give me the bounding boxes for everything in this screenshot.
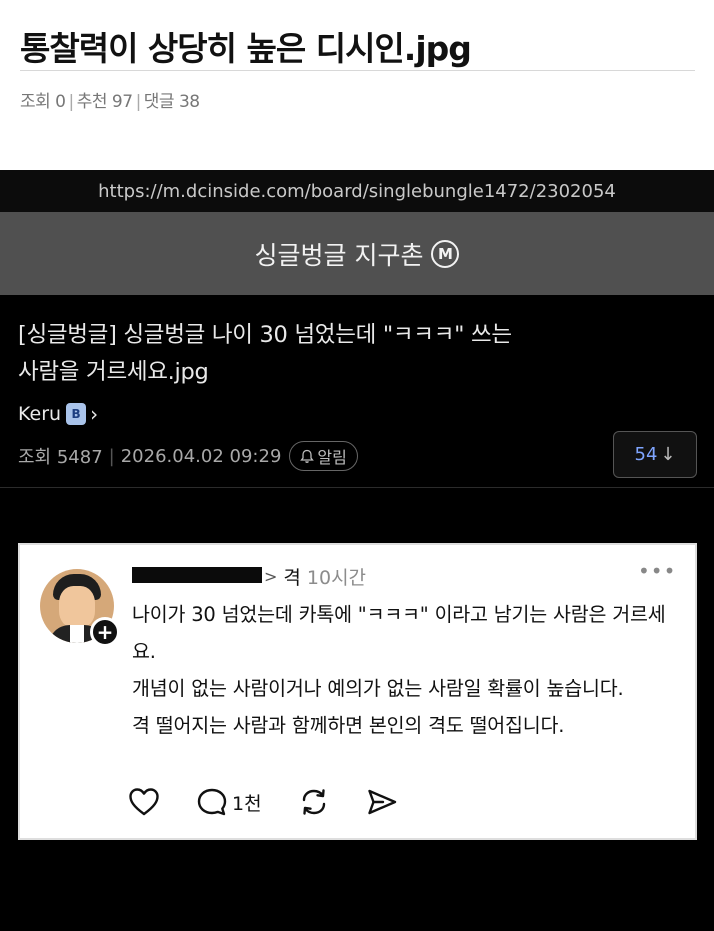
comment-handle[interactable]: 격 — [283, 563, 300, 590]
reply-count-button[interactable]: 54 ↓ — [613, 431, 697, 478]
reply-count: 1천 — [232, 792, 262, 815]
gallery-name[interactable]: 싱글벙글 지구촌 — [255, 236, 424, 272]
avatar-face — [59, 586, 95, 628]
repost-button[interactable] — [298, 787, 330, 817]
url-bar: https://m.dcinside.com/board/singlebungl… — [0, 170, 714, 212]
thread-views: 조회 5487 — [18, 447, 103, 468]
share-button[interactable] — [366, 787, 398, 817]
bell-icon — [300, 449, 315, 463]
author-badge-icon: B — [66, 403, 87, 425]
post-meta: 조회 0 | 추천 97 | 댓글 38 — [20, 87, 200, 112]
minor-gallery-badge-icon: M — [431, 239, 460, 268]
more-options-icon[interactable]: ••• — [638, 559, 676, 583]
meta-separator: | — [68, 92, 75, 112]
gallery-header: 싱글벙글 지구촌 M — [0, 212, 714, 295]
arrow-down-icon: ↓ — [660, 444, 676, 465]
follow-plus-icon[interactable]: + — [90, 617, 120, 647]
author-row[interactable]: Keru B › — [18, 402, 98, 426]
repost-icon — [302, 789, 325, 815]
chevron-right-icon[interactable]: › — [90, 402, 98, 426]
thread-datetime: 2026.04.02 09:29 — [120, 445, 282, 467]
comment-bubble-icon — [197, 788, 227, 816]
alarm-button[interactable]: 알림 — [289, 441, 358, 471]
comment-text: 나이가 30 넘었는데 카톡에 "ㅋㅋㅋ" 이라고 남기는 사람은 거르세요. … — [132, 596, 687, 744]
reply-count-value: 54 — [634, 444, 658, 465]
post-divider — [20, 70, 695, 71]
meta-separator: | — [108, 445, 115, 467]
comment-handle-line: > 격 10시간 — [264, 563, 366, 590]
post-views: 조회 0 — [20, 92, 66, 112]
author-name[interactable]: Keru — [18, 403, 61, 425]
reply-button[interactable]: 1천 — [196, 787, 262, 817]
chevron-right-icon: > — [264, 567, 278, 586]
comment-body: 나이가 30 넘었는데 카톡에 "ㅋㅋㅋ" 이라고 남기는 사람은 거르세요. … — [132, 603, 666, 737]
like-button[interactable] — [128, 787, 160, 817]
send-icon — [367, 789, 396, 815]
thread-title: [싱글벙글] 싱글벙글 나이 30 넘었는데 "ㅋㅋㅋ" 쓰는 사람을 거르세요… — [18, 322, 512, 385]
post-recommend-count: 추천 97 — [76, 92, 133, 112]
post-comment-count[interactable]: 댓글 38 — [144, 92, 200, 112]
comment-time: 10시간 — [306, 567, 367, 589]
alarm-label: 알림 — [317, 448, 347, 467]
url-text: https://m.dcinside.com/board/singlebungl… — [98, 180, 616, 202]
thread-meta: 조회 5487 | 2026.04.02 09:29 알림 — [18, 440, 358, 472]
section-divider — [0, 487, 714, 488]
embedded-screenshot: https://m.dcinside.com/board/singlebungl… — [0, 170, 714, 931]
comment-actions: 1천 — [128, 787, 434, 817]
post-title: 통찰력이 상당히 높은 디시인.jpg — [20, 29, 472, 68]
avatar-shirt — [70, 625, 84, 643]
comment-card: + > 격 10시간 ••• 나이가 30 넘었는데 카톡에 "ㅋㅋㅋ" 이라고… — [18, 543, 697, 840]
redacted-username — [132, 567, 262, 583]
heart-icon — [129, 788, 159, 816]
meta-separator: | — [135, 92, 142, 112]
